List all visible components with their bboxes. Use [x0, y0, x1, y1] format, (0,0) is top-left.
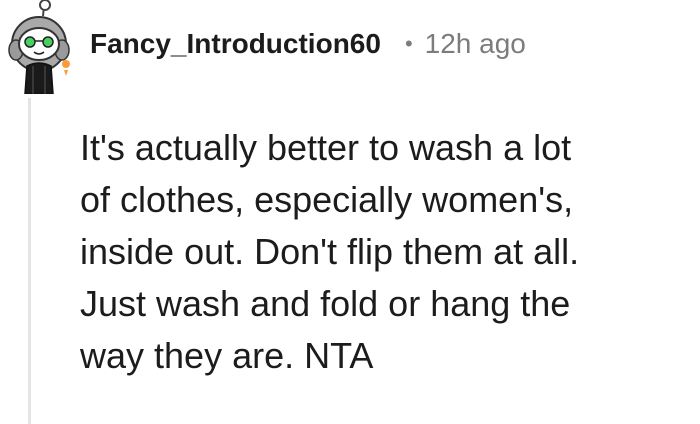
comment: Fancy_Introduction60 • 12h ago It's actu…	[0, 0, 700, 424]
comment-body-line: Just wash and fold or hang the	[80, 283, 571, 324]
comment-body-line: way they are. NTA	[80, 335, 374, 376]
comment-meta: Fancy_Introduction60 • 12h ago	[90, 24, 526, 64]
snoo-avatar-icon	[8, 0, 70, 95]
meta-separator: •	[404, 31, 413, 56]
author-username[interactable]: Fancy_Introduction60	[90, 28, 381, 60]
user-avatar[interactable]	[6, 0, 74, 95]
comment-timestamp[interactable]: 12h ago	[425, 28, 526, 60]
comment-body: It's actually better to wash a lot of cl…	[80, 122, 690, 382]
thread-collapse-line[interactable]	[28, 98, 31, 424]
comment-body-line: of clothes, especially women's,	[80, 179, 574, 220]
comment-body-line: It's actually better to wash a lot	[80, 127, 572, 168]
comment-body-line: inside out. Don't flip them at all.	[80, 231, 580, 272]
